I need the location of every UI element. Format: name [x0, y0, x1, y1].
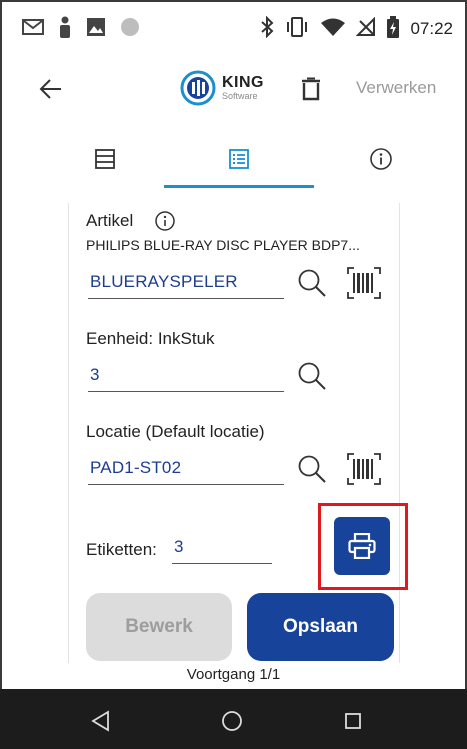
save-button[interactable]: Opslaan [247, 593, 394, 661]
quantity-input[interactable]: 3 [88, 358, 284, 392]
back-button[interactable] [36, 74, 66, 104]
nav-back-button[interactable] [86, 707, 114, 735]
bluetooth-icon [260, 15, 274, 43]
tab-details[interactable] [164, 128, 314, 190]
gmail-icon [22, 18, 44, 41]
labels-label: Etiketten: [86, 540, 157, 559]
app-bar: KING Software Verwerken [0, 58, 467, 120]
labels-input[interactable]: 3 [172, 530, 272, 564]
tab-overview[interactable] [30, 128, 180, 190]
battery-icon [386, 15, 400, 43]
active-tab-indicator [164, 185, 314, 188]
wifi-icon [320, 17, 346, 42]
square-recents-icon [345, 713, 361, 729]
article-label: Artikel [86, 211, 134, 230]
unit-label: Eenheid: InkStuk [86, 329, 215, 348]
vibrate-icon [284, 16, 310, 43]
progress-text: Voortgang 1/1 [186, 666, 281, 683]
clock: 07:22 [410, 19, 453, 38]
list-lines-icon [95, 149, 115, 169]
king-logo: KING Software [180, 70, 264, 106]
circle-home-icon [222, 711, 242, 731]
search-icon [298, 269, 326, 297]
location-barcode-button[interactable] [346, 451, 382, 487]
process-button[interactable]: Verwerken [356, 78, 436, 98]
system-nav-bar [0, 689, 467, 749]
person-icon [58, 16, 72, 43]
no-signal-icon [356, 16, 376, 42]
info-icon [370, 148, 392, 170]
print-button[interactable] [334, 517, 390, 575]
location-search-button[interactable] [294, 451, 330, 487]
article-description: PHILIPS BLUE-RAY DISC PLAYER BDP7... [86, 237, 360, 253]
image-icon [86, 17, 106, 42]
location-label: Locatie (Default locatie) [86, 422, 265, 441]
location-input[interactable]: PAD1-ST02 [88, 451, 284, 485]
article-input[interactable]: BLUERAYSPELER [88, 265, 284, 299]
info-icon [155, 211, 175, 231]
search-icon [298, 362, 326, 390]
logo-name: KING [222, 74, 264, 91]
delete-button[interactable] [297, 74, 325, 104]
tab-bar [0, 128, 467, 190]
nav-recents-button[interactable] [339, 707, 367, 735]
search-icon [298, 455, 326, 483]
article-info-button[interactable] [154, 210, 176, 237]
list-detail-icon [229, 149, 249, 169]
triangle-back-icon [91, 710, 109, 732]
tab-info[interactable] [306, 128, 456, 190]
article-search-button[interactable] [294, 265, 330, 301]
edit-button[interactable]: Bewerk [86, 593, 232, 661]
nav-home-button[interactable] [218, 707, 246, 735]
article-barcode-button[interactable] [346, 265, 382, 301]
printer-icon [348, 533, 376, 559]
king-logo-icon [180, 70, 216, 106]
status-bar: 07:22 [0, 0, 467, 58]
logo-text: KING Software [222, 75, 264, 101]
system-icons: 07:22 [260, 15, 453, 43]
notification-icons [22, 16, 140, 43]
barcode-icon [347, 453, 381, 485]
logo-subtitle: Software [222, 91, 258, 101]
trash-icon [302, 77, 320, 101]
arrow-left-icon [39, 79, 61, 99]
circle-icon [120, 17, 140, 42]
quantity-search-button[interactable] [294, 358, 330, 394]
barcode-icon [347, 267, 381, 299]
